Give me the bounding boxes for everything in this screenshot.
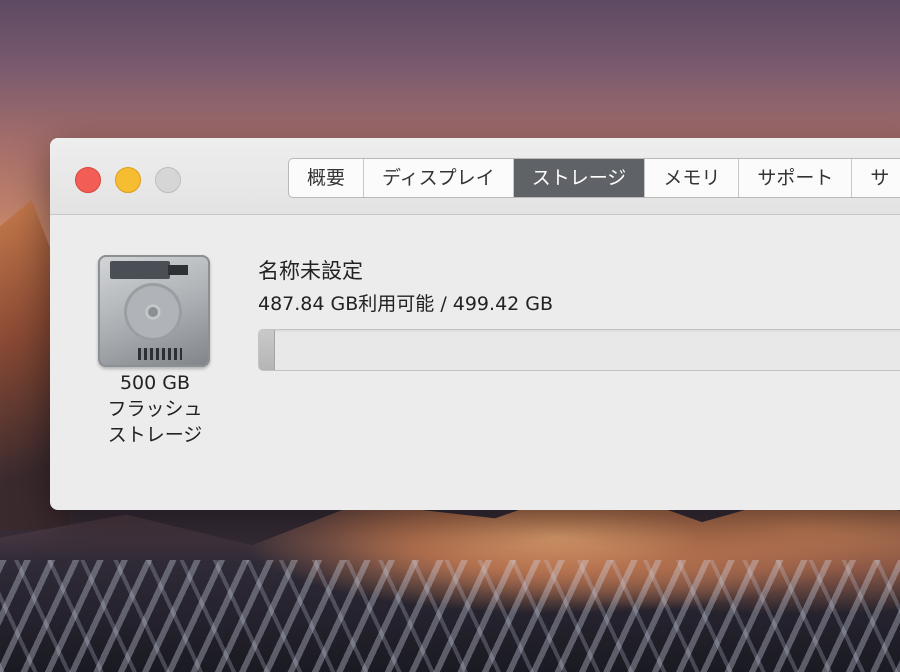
tab-service[interactable]: サ xyxy=(852,159,900,197)
titlebar: 概要 ディスプレイ ストレージ メモリ サポート サ xyxy=(50,138,900,215)
disk-hub xyxy=(148,307,158,317)
disk-platter xyxy=(124,283,182,341)
wallpaper-snow xyxy=(0,560,900,672)
close-button[interactable] xyxy=(75,167,101,193)
tab-displays[interactable]: ディスプレイ xyxy=(364,159,514,197)
tab-memory[interactable]: メモリ xyxy=(645,159,740,197)
disk-capacity: 500 GB xyxy=(119,372,191,394)
disk-label-plate xyxy=(110,261,170,279)
disk-chip xyxy=(168,265,188,275)
disk-type-line2: ストレージ xyxy=(107,424,203,446)
tab-storage[interactable]: ストレージ xyxy=(513,159,646,197)
zoom-button[interactable] xyxy=(155,167,181,193)
volume-name: 名称未設定 xyxy=(258,259,363,283)
storage-used-fill xyxy=(259,330,275,370)
minimize-button[interactable] xyxy=(115,167,141,193)
tab-bar: 概要 ディスプレイ ストレージ メモリ サポート サ xyxy=(288,158,900,198)
volume-usage-text: 487.84 GB利用可能 / 499.42 GB xyxy=(258,293,554,315)
disk-connector xyxy=(138,348,182,360)
tab-overview[interactable]: 概要 xyxy=(289,159,365,197)
storage-usage-bar xyxy=(258,329,900,371)
disk-type-line1: フラッシュ xyxy=(107,398,203,420)
tab-support[interactable]: サポート xyxy=(739,159,853,197)
hard-drive-icon xyxy=(98,255,210,367)
storage-panel: 500 GB フラッシュ ストレージ 名称未設定 487.84 GB利用可能 /… xyxy=(50,215,900,510)
about-this-mac-window: 概要 ディスプレイ ストレージ メモリ サポート サ 500 GB フラッシュ … xyxy=(50,138,900,510)
